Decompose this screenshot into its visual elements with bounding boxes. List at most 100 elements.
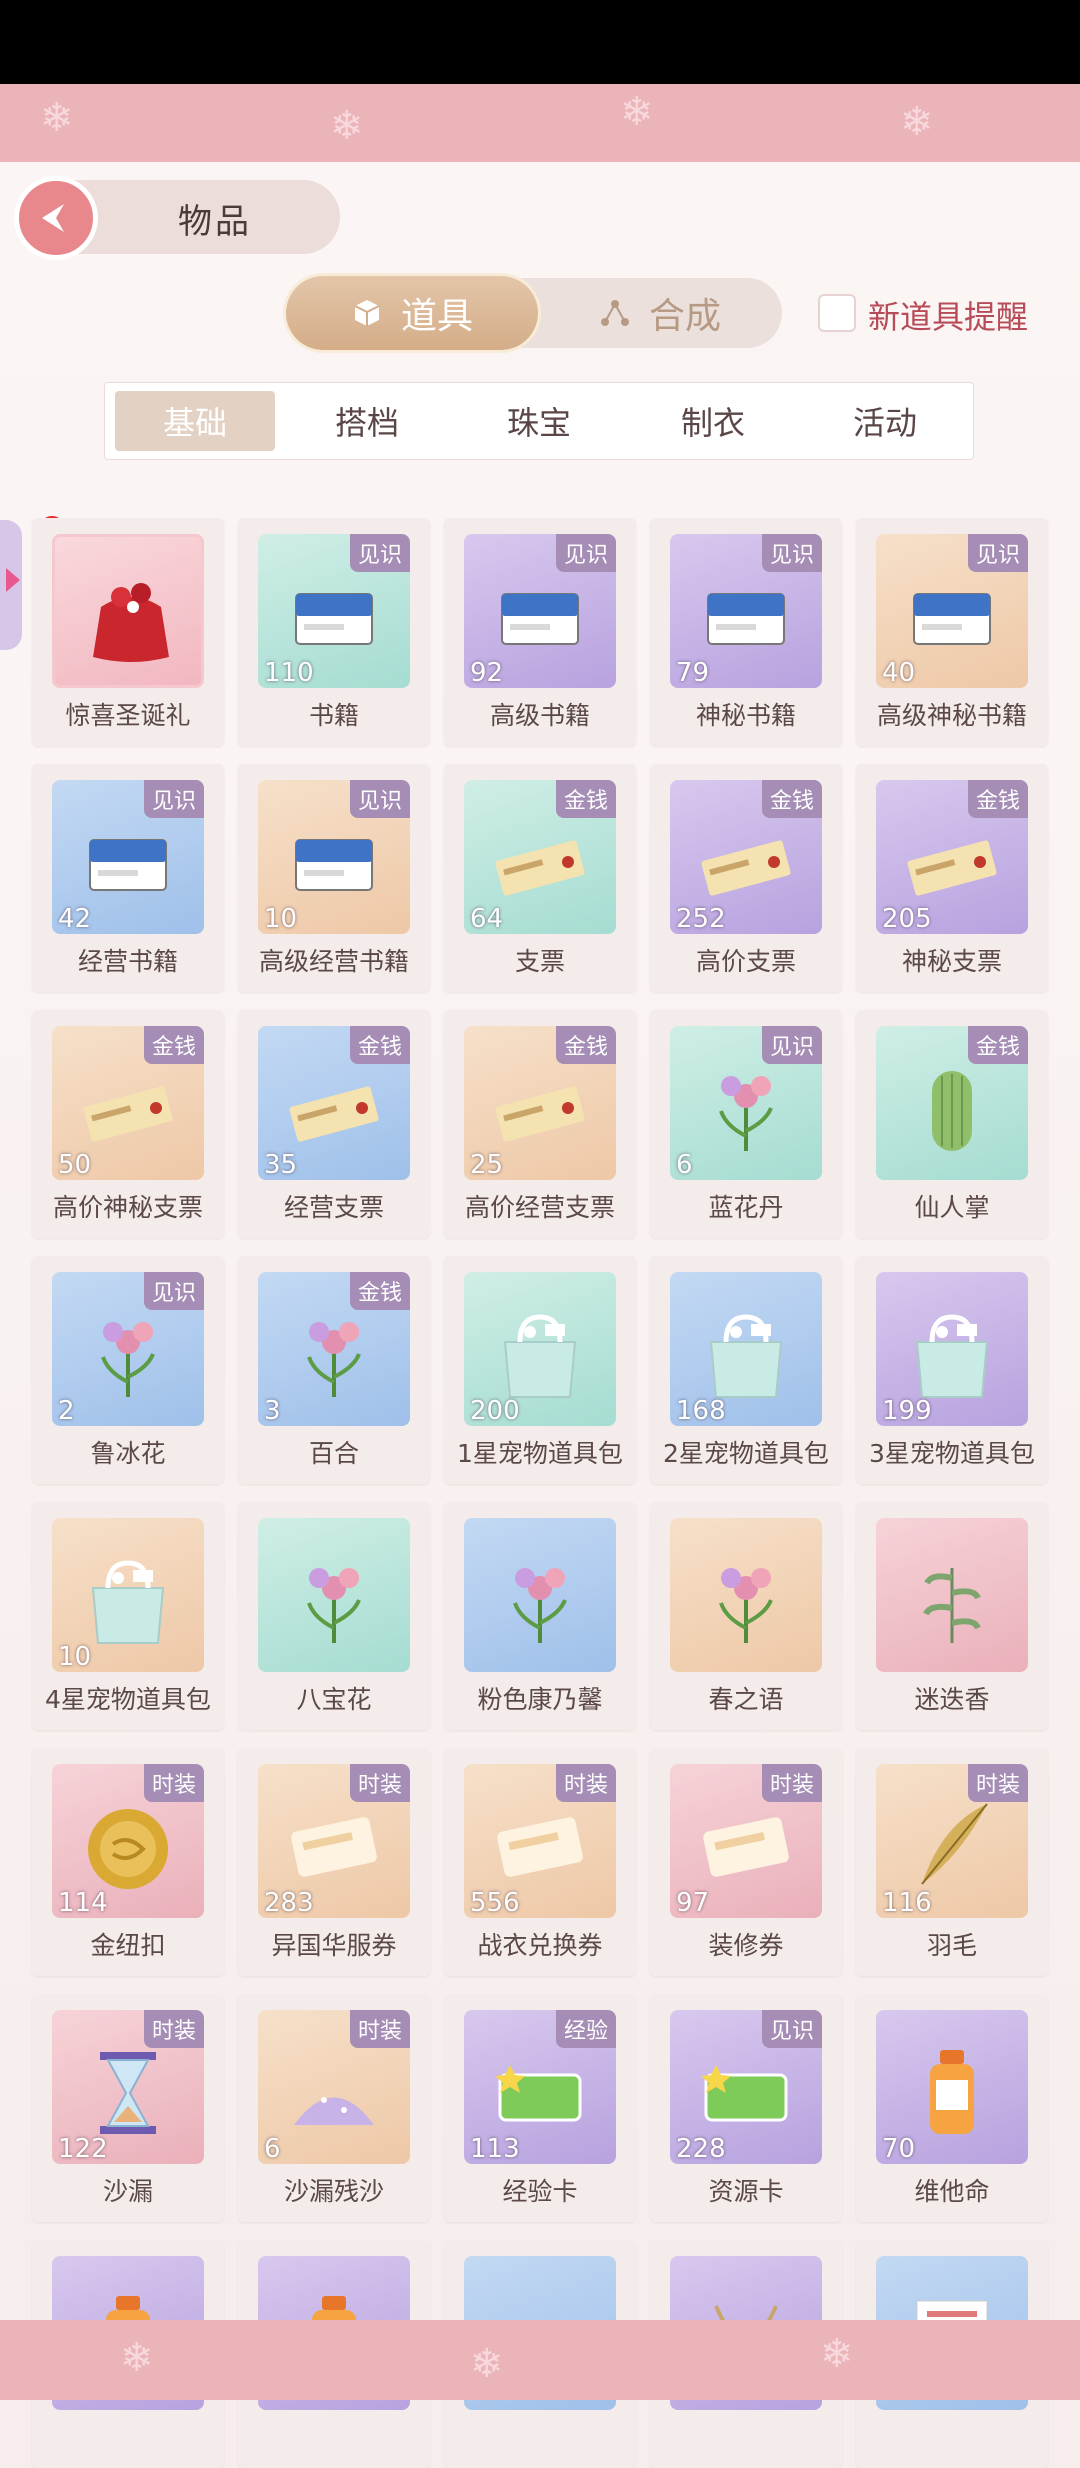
item-card[interactable]: 惊喜圣诞礼 <box>32 518 224 746</box>
item-count: 25 <box>470 1150 504 1180</box>
cheque-icon <box>907 840 997 896</box>
item-thumbnail: 见识 40 <box>876 534 1028 688</box>
item-thumbnail: 时装 556 <box>464 1764 616 1918</box>
item-card[interactable]: 时装 97 装修券 <box>650 1748 842 1976</box>
item-card[interactable]: 金钱 64 支票 <box>444 764 636 992</box>
item-tag: 见识 <box>761 534 822 572</box>
item-name: 资源卡 <box>708 2177 784 2206</box>
item-card[interactable]: 见识 40 高级神秘书籍 <box>856 518 1048 746</box>
item-thumbnail: 金钱 50 <box>52 1026 204 1180</box>
cactus-icon <box>932 1071 972 1151</box>
item-card[interactable]: 金钱 50 高价神秘支票 <box>32 1010 224 1238</box>
item-thumbnail: 见识 228 <box>670 2010 822 2164</box>
flower-icon <box>307 1568 361 1643</box>
tab-synthesis[interactable]: 合成 <box>540 278 780 348</box>
item-thumbnail: 见识 42 <box>52 780 204 934</box>
item-thumbnail: 时装 114 <box>52 1764 204 1918</box>
item-card[interactable]: 10 4星宠物道具包 <box>32 1502 224 1730</box>
item-card[interactable]: 见识 79 神秘书籍 <box>650 518 842 746</box>
item-name: 书籍 <box>308 701 359 730</box>
top-decoration-band: ❄ ❄ ❄ ❄ <box>0 84 1080 162</box>
new-item-alert-checkbox[interactable] <box>818 294 856 332</box>
item-name: 高级神秘书籍 <box>876 701 1027 730</box>
item-thumbnail <box>258 1518 410 1672</box>
item-card[interactable]: 经验 113 经验卡 <box>444 1994 636 2222</box>
ticket-icon <box>291 1817 377 1877</box>
ticket-icon <box>497 1817 583 1877</box>
item-card[interactable]: 金钱 35 经营支票 <box>238 1010 430 1238</box>
item-thumbnail <box>52 534 204 688</box>
subtab-jewelry[interactable]: 珠宝 <box>459 391 619 451</box>
item-thumbnail: 金钱 <box>876 1026 1028 1180</box>
item-card[interactable]: 时装 283 异国华服券 <box>238 1748 430 1976</box>
item-tag: 见识 <box>967 534 1028 572</box>
bag-icon <box>915 1314 989 1398</box>
item-card[interactable]: 199 3星宠物道具包 <box>856 1256 1048 1484</box>
new-item-alert-label: 新道具提醒 <box>868 298 1029 336</box>
item-name: 沙漏 <box>102 2177 153 2206</box>
item-card[interactable]: 时装 556 战衣兑换券 <box>444 1748 636 1976</box>
item-card[interactable]: 金钱 252 高价支票 <box>650 764 842 992</box>
back-button[interactable] <box>14 176 98 260</box>
item-card[interactable]: 200 1星宠物道具包 <box>444 1256 636 1484</box>
item-name: 支票 <box>514 947 565 976</box>
cube-icon <box>351 297 383 329</box>
item-card[interactable]: 见识 2 鲁冰花 <box>32 1256 224 1484</box>
item-card[interactable]: 70 维他命 <box>856 1994 1048 2222</box>
item-card[interactable]: 时装 122 沙漏 <box>32 1994 224 2222</box>
item-thumbnail: 时装 6 <box>258 2010 410 2164</box>
item-thumbnail: 金钱 205 <box>876 780 1028 934</box>
subtab-tailoring[interactable]: 制衣 <box>633 391 793 451</box>
item-count: 122 <box>58 2134 108 2164</box>
item-card[interactable]: 粉色康乃馨 <box>444 1502 636 1730</box>
item-card[interactable]: 见识 6 蓝花丹 <box>650 1010 842 1238</box>
item-count: 6 <box>676 1150 693 1180</box>
item-card[interactable]: 时装 116 羽毛 <box>856 1748 1048 1976</box>
item-tag: 时装 <box>143 2010 204 2048</box>
item-count: 70 <box>882 2134 916 2164</box>
item-card[interactable]: 168 2星宠物道具包 <box>650 1256 842 1484</box>
item-card[interactable]: 见识 42 经营书籍 <box>32 764 224 992</box>
flower-icon <box>101 1322 155 1397</box>
item-name: 经营书籍 <box>77 947 178 976</box>
item-card[interactable]: 八宝花 <box>238 1502 430 1730</box>
subtab-partner[interactable]: 搭档 <box>287 391 447 451</box>
item-name: 1星宠物道具包 <box>457 1439 623 1468</box>
item-thumbnail: 70 <box>876 2010 1028 2164</box>
item-card[interactable]: 金钱 25 高价经营支票 <box>444 1010 636 1238</box>
item-name: 经营支票 <box>283 1193 384 1222</box>
item-thumbnail: 见识 2 <box>52 1272 204 1426</box>
item-card[interactable]: 见识 228 资源卡 <box>650 1994 842 2222</box>
item-name: 沙漏残沙 <box>283 2177 384 2206</box>
item-thumbnail: 见识 92 <box>464 534 616 688</box>
bag-icon <box>91 1560 165 1644</box>
item-card[interactable]: 金钱 3 百合 <box>238 1256 430 1484</box>
item-count: 35 <box>264 1150 298 1180</box>
item-name: 鲁冰花 <box>90 1439 166 1468</box>
item-name: 3星宠物道具包 <box>869 1439 1035 1468</box>
cheque-icon <box>701 840 791 896</box>
tab-items[interactable]: 道具 <box>286 276 538 350</box>
item-card[interactable]: 春之语 <box>650 1502 842 1730</box>
item-card[interactable]: 见识 110 书籍 <box>238 518 430 746</box>
item-card[interactable]: 金钱 仙人掌 <box>856 1010 1048 1238</box>
item-count: 42 <box>58 904 92 934</box>
item-tag: 见识 <box>143 1272 204 1310</box>
item-tag: 金钱 <box>967 1026 1028 1064</box>
item-card[interactable]: 迷迭香 <box>856 1502 1048 1730</box>
item-name: 4星宠物道具包 <box>45 1685 211 1714</box>
item-name: 惊喜圣诞礼 <box>65 701 191 730</box>
item-count: 110 <box>264 658 314 688</box>
item-card[interactable]: 金钱 205 神秘支票 <box>856 764 1048 992</box>
item-card[interactable]: 时装 6 沙漏残沙 <box>238 1994 430 2222</box>
item-count: 40 <box>882 658 916 688</box>
item-tag: 时装 <box>555 1764 616 1802</box>
item-card[interactable]: 见识 92 高级书籍 <box>444 518 636 746</box>
item-card[interactable]: 见识 10 高级经营书籍 <box>238 764 430 992</box>
item-count: 92 <box>470 658 504 688</box>
feather-icon <box>921 1803 988 1885</box>
item-name: 金纽扣 <box>90 1931 166 1960</box>
subtab-event[interactable]: 活动 <box>805 391 965 451</box>
item-card[interactable]: 时装 114 金纽扣 <box>32 1748 224 1976</box>
subtab-basic[interactable]: 基础 <box>115 391 275 451</box>
